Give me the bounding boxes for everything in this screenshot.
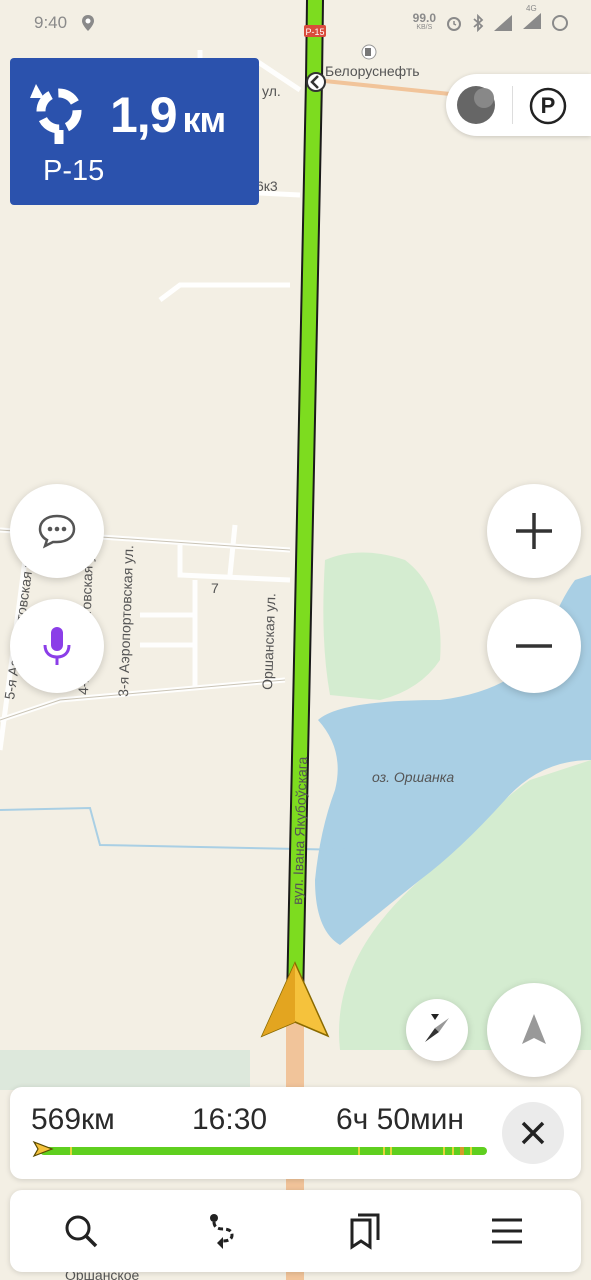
route-progress-marker-icon xyxy=(32,1140,54,1158)
roundabout-icon xyxy=(30,84,82,144)
menu-icon xyxy=(492,1218,522,1244)
network-speed: 99.0 KB/S xyxy=(412,11,436,31)
wifi-signal-icon xyxy=(494,15,512,31)
navigation-arrow-icon xyxy=(522,1014,546,1044)
house-number: 7 xyxy=(211,580,219,596)
street-label-orshanskaya: Оршанская ул. xyxy=(259,593,278,690)
status-time: 9:40 xyxy=(34,13,68,32)
street-label-top: ул. xyxy=(262,83,281,99)
alarm-icon xyxy=(447,17,461,31)
close-route-button[interactable] xyxy=(502,1102,564,1164)
plus-icon xyxy=(516,513,552,549)
bluetooth-icon xyxy=(473,14,484,32)
bookmarks-icon xyxy=(350,1213,380,1250)
tab-search[interactable] xyxy=(10,1190,152,1272)
zoom-out-button[interactable] xyxy=(487,599,581,693)
microphone-icon xyxy=(43,627,71,665)
lake-label: оз. Оршанка xyxy=(372,769,454,785)
location-icon xyxy=(82,15,95,31)
route-icon xyxy=(210,1214,234,1249)
status-bar: 9:40 99.0 KB/S 4G xyxy=(0,0,591,46)
compass-icon xyxy=(425,1014,449,1042)
route-duration: 6ч 50мин xyxy=(336,1103,464,1136)
tab-route[interactable] xyxy=(152,1190,294,1272)
traffic-layers-icon xyxy=(457,86,495,124)
voice-button[interactable] xyxy=(10,599,104,693)
route-info-card[interactable]: 569км 16:30 6ч 50мин xyxy=(10,1087,581,1179)
chat-button[interactable] xyxy=(10,484,104,578)
cell-signal: 4G xyxy=(522,4,542,35)
close-icon xyxy=(521,1121,545,1145)
compass-button[interactable] xyxy=(406,999,468,1061)
cell-signal-icon xyxy=(523,12,541,29)
maneuver-road-name: Р-15 xyxy=(43,155,105,187)
battery-icon xyxy=(552,15,568,31)
maneuver-distance: 1,9 км xyxy=(110,87,226,143)
layers-panel: P xyxy=(446,74,591,136)
park-area xyxy=(0,1050,250,1090)
traffic-layers-button[interactable] xyxy=(454,84,500,126)
maneuver-panel[interactable]: 1,9 км Р-15 xyxy=(10,58,259,205)
locate-button[interactable] xyxy=(487,983,581,1077)
arrival-time: 16:30 xyxy=(192,1103,268,1136)
parking-label: P xyxy=(540,93,556,118)
tab-bookmarks[interactable] xyxy=(294,1190,436,1272)
chat-icon xyxy=(38,514,76,549)
poi-belorusneft: Белоруснефть xyxy=(325,63,420,79)
route-progress-bar xyxy=(40,1147,487,1155)
route-distance: 569км xyxy=(31,1103,115,1136)
search-icon xyxy=(65,1215,98,1248)
minus-icon xyxy=(516,644,552,648)
building-label: 6к3 xyxy=(256,178,278,194)
tab-menu[interactable] xyxy=(436,1190,578,1272)
zoom-in-button[interactable] xyxy=(487,484,581,578)
bottom-navigation xyxy=(10,1190,581,1272)
parking-button[interactable]: P xyxy=(528,86,568,126)
